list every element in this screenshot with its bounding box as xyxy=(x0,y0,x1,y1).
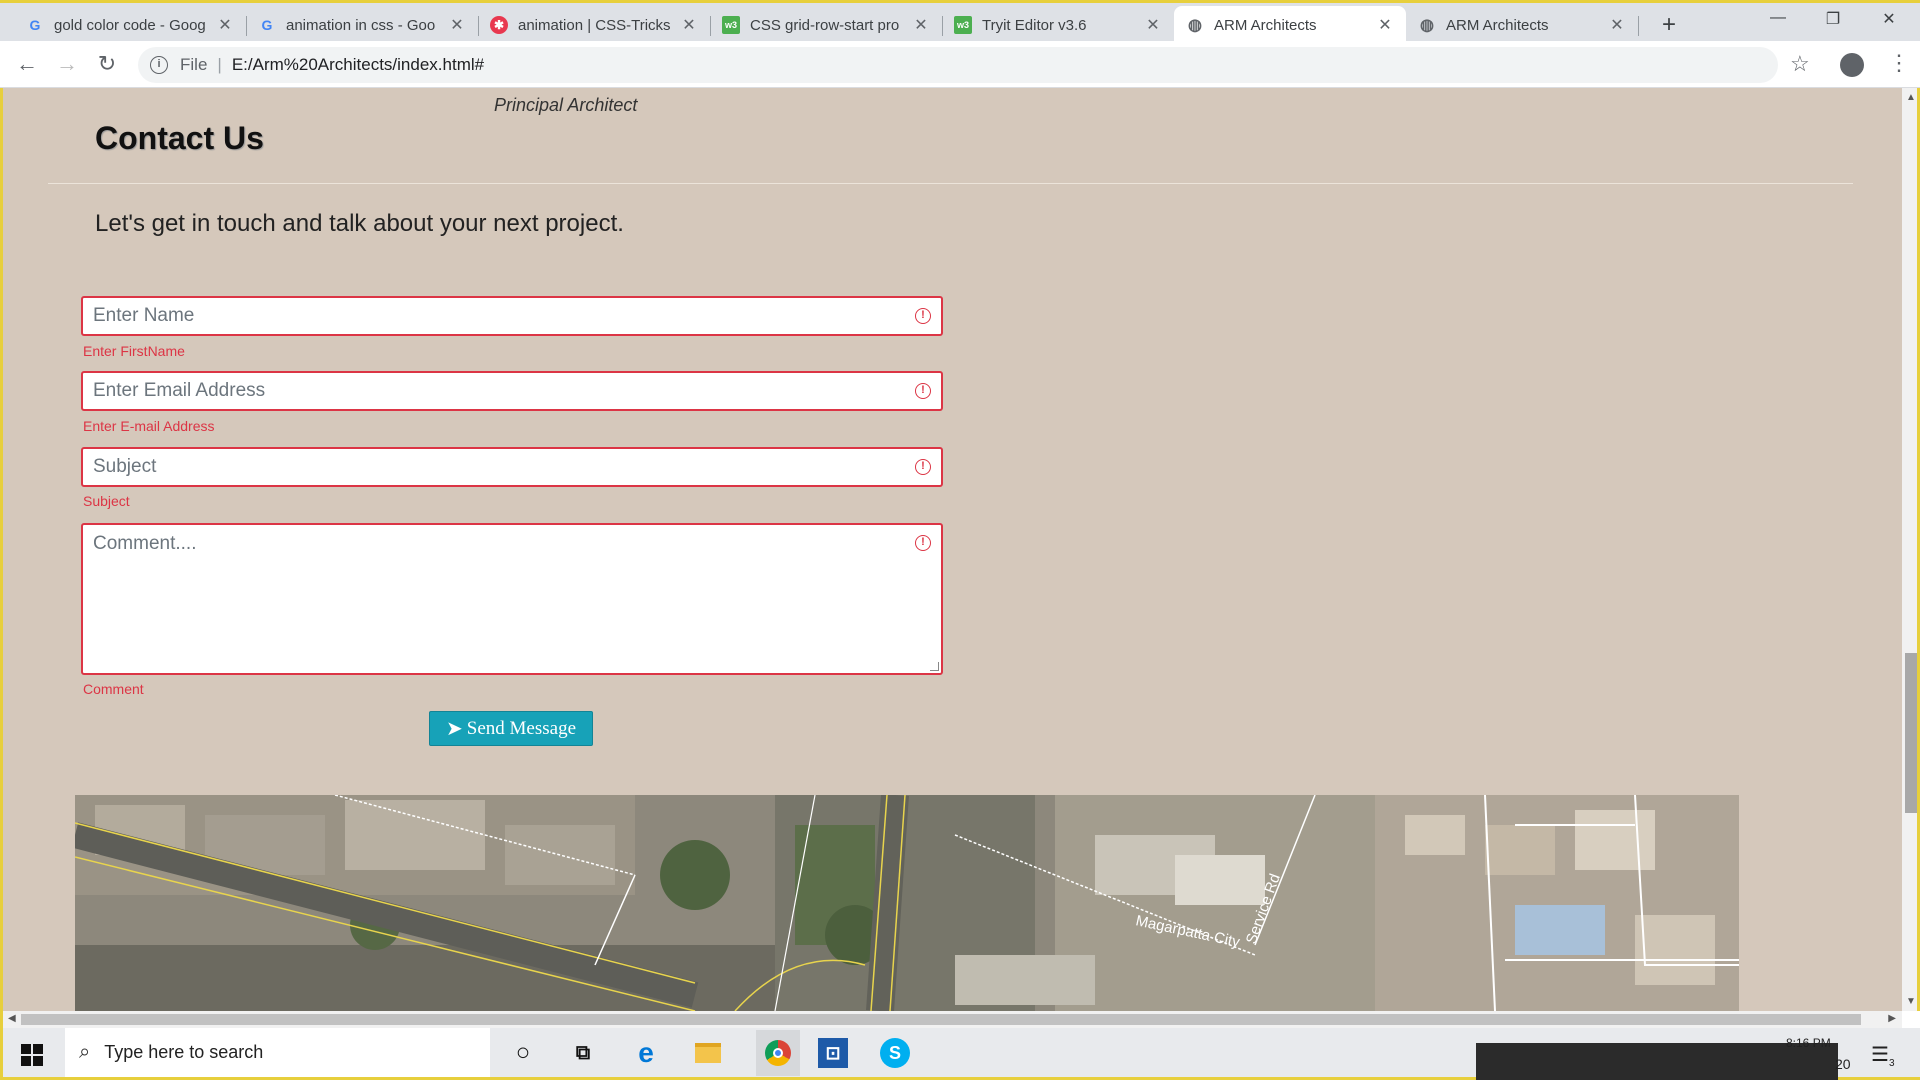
info-icon[interactable]: i xyxy=(150,56,168,74)
address-separator: | xyxy=(217,55,222,74)
browser-tab[interactable]: ◍ ARM Architects ✕ xyxy=(1406,6,1639,44)
close-tab-icon[interactable]: ✕ xyxy=(912,15,930,35)
new-tab-button[interactable]: + xyxy=(1655,11,1683,39)
scroll-thumb[interactable] xyxy=(21,1014,1861,1025)
browser-tab[interactable]: G gold color code - Goog ✕ xyxy=(14,6,247,44)
globe-icon: ◍ xyxy=(1420,17,1434,34)
minimize-button[interactable]: — xyxy=(1755,9,1801,27)
email-field: ! xyxy=(81,371,943,411)
forward-button[interactable]: → xyxy=(52,49,82,79)
close-window-button[interactable]: ✕ xyxy=(1866,9,1912,29)
clock-date[interactable]: 20 xyxy=(1835,1056,1851,1072)
close-tab-icon[interactable]: ✕ xyxy=(680,15,698,35)
taskbar-search-placeholder: Type here to search xyxy=(104,1042,264,1062)
tab-title: animation | CSS-Tricks xyxy=(518,16,671,34)
satellite-map[interactable]: Magarpatta City Service Rd xyxy=(75,795,1739,1011)
scheme-label: File xyxy=(180,55,208,74)
principal-architect-caption: Principal Architect xyxy=(494,95,638,115)
tab-title: ARM Architects xyxy=(1214,16,1317,34)
w3schools-icon: w3 xyxy=(722,16,740,34)
map-imagery: Magarpatta City Service Rd xyxy=(75,795,1739,1011)
vertical-scrollbar[interactable]: ▲ ▼ xyxy=(1902,88,1920,1011)
paper-plane-icon: ➤ xyxy=(446,718,463,740)
browser-tab[interactable]: w3 Tryit Editor v3.6 ✕ xyxy=(942,6,1174,44)
scroll-down-icon[interactable]: ▼ xyxy=(1906,996,1916,1007)
notification-center-icon[interactable]: ☰3 xyxy=(1871,1042,1895,1069)
send-message-button[interactable]: ➤ Send Message xyxy=(429,711,593,746)
restore-button[interactable]: ❐ xyxy=(1810,9,1856,29)
file-explorer-icon[interactable] xyxy=(693,1038,723,1068)
browser-tab[interactable]: w3 CSS grid-row-start pro ✕ xyxy=(710,6,943,44)
subject-field: ! xyxy=(81,447,943,487)
scroll-thumb[interactable] xyxy=(1905,653,1917,813)
w3schools-icon: w3 xyxy=(954,16,972,34)
contact-lead-text: Let's get in touch and talk about your n… xyxy=(95,210,624,237)
close-tab-icon[interactable]: ✕ xyxy=(1144,15,1162,35)
subject-input[interactable] xyxy=(83,449,941,485)
page-viewport: Principal Architect Contact Us Let's get… xyxy=(0,88,1902,1011)
comment-textarea[interactable] xyxy=(83,525,941,673)
close-tab-icon[interactable]: ✕ xyxy=(448,15,466,35)
google-icon: G xyxy=(261,17,273,33)
name-input[interactable] xyxy=(83,298,941,334)
comment-error-text: Comment xyxy=(83,681,144,697)
chrome-icon[interactable] xyxy=(756,1030,800,1076)
browser-tab-active[interactable]: ◍ ARM Architects ✕ xyxy=(1174,6,1406,44)
scroll-up-icon[interactable]: ▲ xyxy=(1906,92,1916,103)
horizontal-scrollbar[interactable]: ◀ ▶ xyxy=(0,1011,1902,1028)
subject-error-text: Subject xyxy=(83,493,130,509)
system-tray-redacted xyxy=(1476,1043,1838,1080)
tab-title: ARM Architects xyxy=(1446,16,1549,34)
contact-us-heading: Contact Us xyxy=(95,120,264,156)
close-tab-icon[interactable]: ✕ xyxy=(1376,15,1394,35)
tab-title: animation in css - Goo xyxy=(286,16,436,34)
comment-field: ! xyxy=(81,523,943,675)
error-icon: ! xyxy=(915,535,931,551)
tab-title: Tryit Editor v3.6 xyxy=(982,16,1087,34)
url-text[interactable]: E:/Arm%20Architects/index.html# xyxy=(232,55,484,75)
name-field: ! xyxy=(81,296,943,336)
google-icon: G xyxy=(29,17,41,33)
resize-handle[interactable] xyxy=(930,662,939,671)
reload-button[interactable]: ↻ xyxy=(92,49,122,79)
scroll-left-icon[interactable]: ◀ xyxy=(8,1013,16,1024)
clock-time[interactable]: 8:16 PM xyxy=(1786,1036,1831,1050)
browser-tab[interactable]: G animation in css - Goo ✕ xyxy=(246,6,479,44)
error-icon: ! xyxy=(915,383,931,399)
close-tab-icon[interactable]: ✕ xyxy=(1608,15,1626,35)
taskbar-search-box[interactable]: ⌕ Type here to search xyxy=(65,1028,490,1077)
bookmark-star-icon[interactable]: ☆ xyxy=(1790,51,1810,77)
email-input[interactable] xyxy=(83,373,941,409)
task-view-icon[interactable]: ⧉ xyxy=(568,1038,598,1068)
error-icon: ! xyxy=(915,308,931,324)
browser-tab[interactable]: ✱ animation | CSS-Tricks ✕ xyxy=(478,6,711,44)
search-icon: ⌕ xyxy=(79,1041,91,1063)
error-icon: ! xyxy=(915,459,931,475)
profile-avatar-icon[interactable] xyxy=(1840,53,1864,77)
send-message-label: Send Message xyxy=(466,717,576,739)
edge-icon[interactable]: e xyxy=(631,1037,661,1068)
windows-taskbar: ⌕ Type here to search ○ ⧉ e ⊡ S 8:16 PM … xyxy=(0,1028,1920,1080)
notification-count: 3 xyxy=(1888,1058,1895,1069)
windows-start-icon[interactable] xyxy=(21,1044,43,1066)
tab-title: gold color code - Goog xyxy=(54,16,206,34)
scroll-right-icon[interactable]: ▶ xyxy=(1888,1013,1896,1024)
globe-icon: ◍ xyxy=(1188,17,1202,34)
browser-menu-icon[interactable]: ⋮ xyxy=(1888,50,1910,76)
css-tricks-icon: ✱ xyxy=(490,16,508,34)
section-divider xyxy=(48,183,1853,184)
close-tab-icon[interactable]: ✕ xyxy=(216,15,234,35)
sourcetree-icon[interactable]: ⊡ xyxy=(818,1038,848,1068)
tab-title: CSS grid-row-start pro xyxy=(750,16,900,34)
email-error-text: Enter E-mail Address xyxy=(83,418,215,434)
browser-tab-strip: G gold color code - Goog ✕ G animation i… xyxy=(0,0,1920,44)
cortana-icon[interactable]: ○ xyxy=(508,1038,538,1068)
back-button[interactable]: ← xyxy=(12,49,42,79)
skype-icon[interactable]: S xyxy=(880,1038,910,1068)
address-bar[interactable]: i File | E:/Arm%20Architects/index.html# xyxy=(138,47,1778,83)
browser-toolbar: ← → ↻ i File | E:/Arm%20Architects/index… xyxy=(0,41,1920,88)
name-error-text: Enter FirstName xyxy=(83,343,185,359)
